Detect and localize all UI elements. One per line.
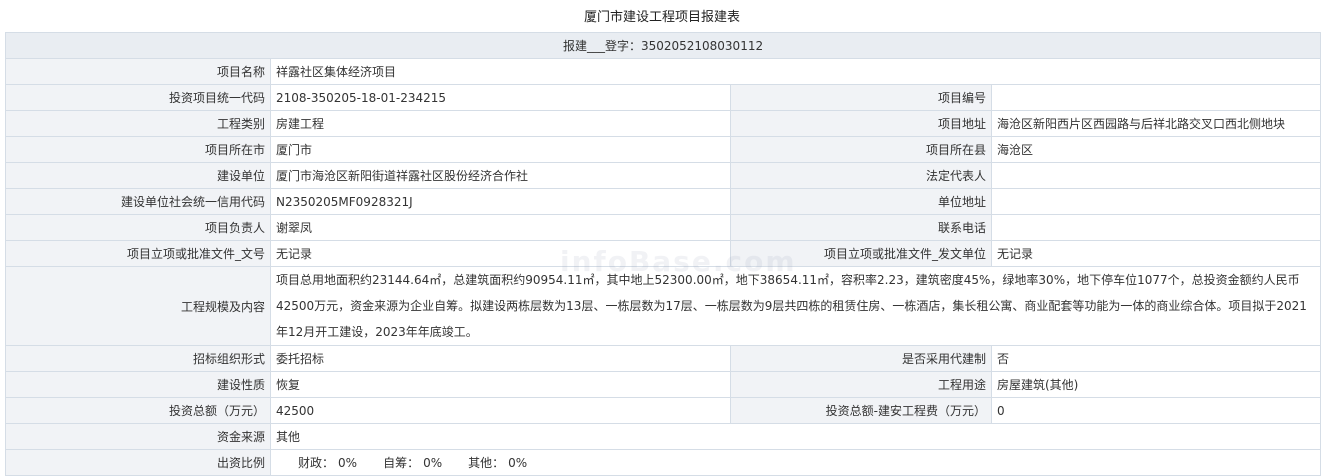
unit-address-label: 单位地址 bbox=[730, 188, 992, 215]
project-name-value: 祥露社区集体经济项目 bbox=[269, 58, 1322, 85]
city-value: 厦门市 bbox=[270, 136, 731, 163]
table-row: 项目负责人 谢翠凤 联系电话 bbox=[5, 214, 1322, 241]
construction-cost-value: 0 bbox=[990, 397, 1322, 424]
builder-label: 建设单位 bbox=[5, 162, 271, 189]
finance-value: 0% bbox=[338, 456, 358, 470]
investment-code-label: 投资项目统一代码 bbox=[5, 84, 271, 111]
self-raised-label: 自筹： bbox=[383, 456, 420, 470]
project-address-value: 海沧区新阳西片区西园路与后祥北路交叉口西北侧地块 bbox=[990, 110, 1322, 137]
agent-system-value: 否 bbox=[990, 345, 1322, 372]
table-row: 投资总额（万元） 42500 投资总额-建安工程费（万元） 0 bbox=[5, 397, 1322, 424]
approval-doc-no-value: 无记录 bbox=[270, 240, 731, 267]
project-number-label: 项目编号 bbox=[730, 84, 992, 111]
county-value: 海沧区 bbox=[990, 136, 1322, 163]
nature-value: 恢复 bbox=[270, 371, 731, 398]
registration-table: 报建___登字：3502052108030112 项目名称 祥露社区集体经济项目… bbox=[4, 32, 1322, 476]
table-row: 建设单位 厦门市海沧区新阳街道祥露社区股份经济合作社 法定代表人 bbox=[5, 162, 1322, 189]
phone-label: 联系电话 bbox=[730, 214, 992, 241]
tender-form-label: 招标组织形式 bbox=[5, 345, 271, 372]
registration-row: 报建___登字：3502052108030112 bbox=[4, 32, 1322, 59]
project-number-value bbox=[990, 84, 1322, 111]
registration-number: 报建___登字：3502052108030112 bbox=[4, 32, 1322, 59]
legal-rep-value bbox=[990, 162, 1322, 189]
engineering-type-label: 工程类别 bbox=[5, 110, 271, 137]
person-in-charge-label: 项目负责人 bbox=[5, 214, 271, 241]
scale-label: 工程规模及内容 bbox=[5, 266, 271, 346]
table-row: 建设单位社会统一信用代码 N2350205MF0928321J 单位地址 bbox=[5, 188, 1322, 215]
table-row: 资金来源 其他 bbox=[5, 423, 1322, 450]
builder-value: 厦门市海沧区新阳街道祥露社区股份经济合作社 bbox=[270, 162, 731, 189]
unit-address-value bbox=[990, 188, 1322, 215]
self-raised-value: 0% bbox=[423, 456, 443, 470]
project-address-label: 项目地址 bbox=[730, 110, 992, 137]
scale-value: 项目总用地面积约23144.64㎡，总建筑面积约90954.11㎡，其中地上52… bbox=[269, 266, 1322, 346]
table-row: 工程规模及内容 项目总用地面积约23144.64㎡，总建筑面积约90954.11… bbox=[5, 266, 1322, 346]
approval-doc-no-label: 项目立项或批准文件_文号 bbox=[5, 240, 271, 267]
credit-code-label: 建设单位社会统一信用代码 bbox=[5, 188, 271, 215]
credit-code-value: N2350205MF0928321J bbox=[270, 188, 731, 215]
table-row: 项目所在市 厦门市 项目所在县 海沧区 bbox=[5, 136, 1322, 163]
agent-system-label: 是否采用代建制 bbox=[730, 345, 992, 372]
table-row: 项目名称 祥露社区集体经济项目 bbox=[5, 58, 1322, 85]
finance-label: 财政： bbox=[298, 456, 335, 470]
city-label: 项目所在市 bbox=[5, 136, 271, 163]
ratio-label: 出资比例 bbox=[5, 449, 271, 476]
project-name-label: 项目名称 bbox=[5, 58, 271, 85]
table-row: 投资项目统一代码 2108-350205-18-01-234215 项目编号 bbox=[5, 84, 1322, 111]
tender-form-value: 委托招标 bbox=[270, 345, 731, 372]
table-row: 项目立项或批准文件_文号 无记录 项目立项或批准文件_发文单位 无记录 bbox=[5, 240, 1322, 267]
legal-rep-label: 法定代表人 bbox=[730, 162, 992, 189]
phone-value bbox=[990, 214, 1322, 241]
table-row: 出资比例 财政： 0% 自筹： 0% 其他： 0% bbox=[5, 449, 1322, 476]
table-row: 工程类别 房建工程 项目地址 海沧区新阳西片区西园路与后祥北路交叉口西北侧地块 bbox=[5, 110, 1322, 137]
approval-issuer-value: 无记录 bbox=[990, 240, 1322, 267]
table-row: 招标组织形式 委托招标 是否采用代建制 否 bbox=[5, 345, 1322, 372]
engineering-type-value: 房建工程 bbox=[270, 110, 731, 137]
approval-issuer-label: 项目立项或批准文件_发文单位 bbox=[730, 240, 992, 267]
fund-source-label: 资金来源 bbox=[5, 423, 271, 450]
ratio-value: 财政： 0% 自筹： 0% 其他： 0% bbox=[269, 449, 1322, 476]
page-title: 厦门市建设工程项目报建表 bbox=[583, 10, 740, 25]
investment-code-value: 2108-350205-18-01-234215 bbox=[270, 84, 731, 111]
table-row: 建设性质 恢复 工程用途 房屋建筑(其他) bbox=[5, 371, 1322, 398]
other-value: 0% bbox=[508, 456, 528, 470]
construction-cost-label: 投资总额-建安工程费（万元） bbox=[730, 397, 992, 424]
nature-label: 建设性质 bbox=[5, 371, 271, 398]
total-investment-label: 投资总额（万元） bbox=[5, 397, 271, 424]
total-investment-value: 42500 bbox=[270, 397, 731, 424]
fund-source-value: 其他 bbox=[269, 423, 1322, 450]
county-label: 项目所在县 bbox=[730, 136, 992, 163]
report-page: 厦门市建设工程项目报建表 报建___登字：3502052108030112 项目… bbox=[0, 0, 1324, 476]
usage-label: 工程用途 bbox=[730, 371, 992, 398]
usage-value: 房屋建筑(其他) bbox=[990, 371, 1322, 398]
person-in-charge-value: 谢翠凤 bbox=[270, 214, 731, 241]
other-label: 其他： bbox=[468, 456, 505, 470]
